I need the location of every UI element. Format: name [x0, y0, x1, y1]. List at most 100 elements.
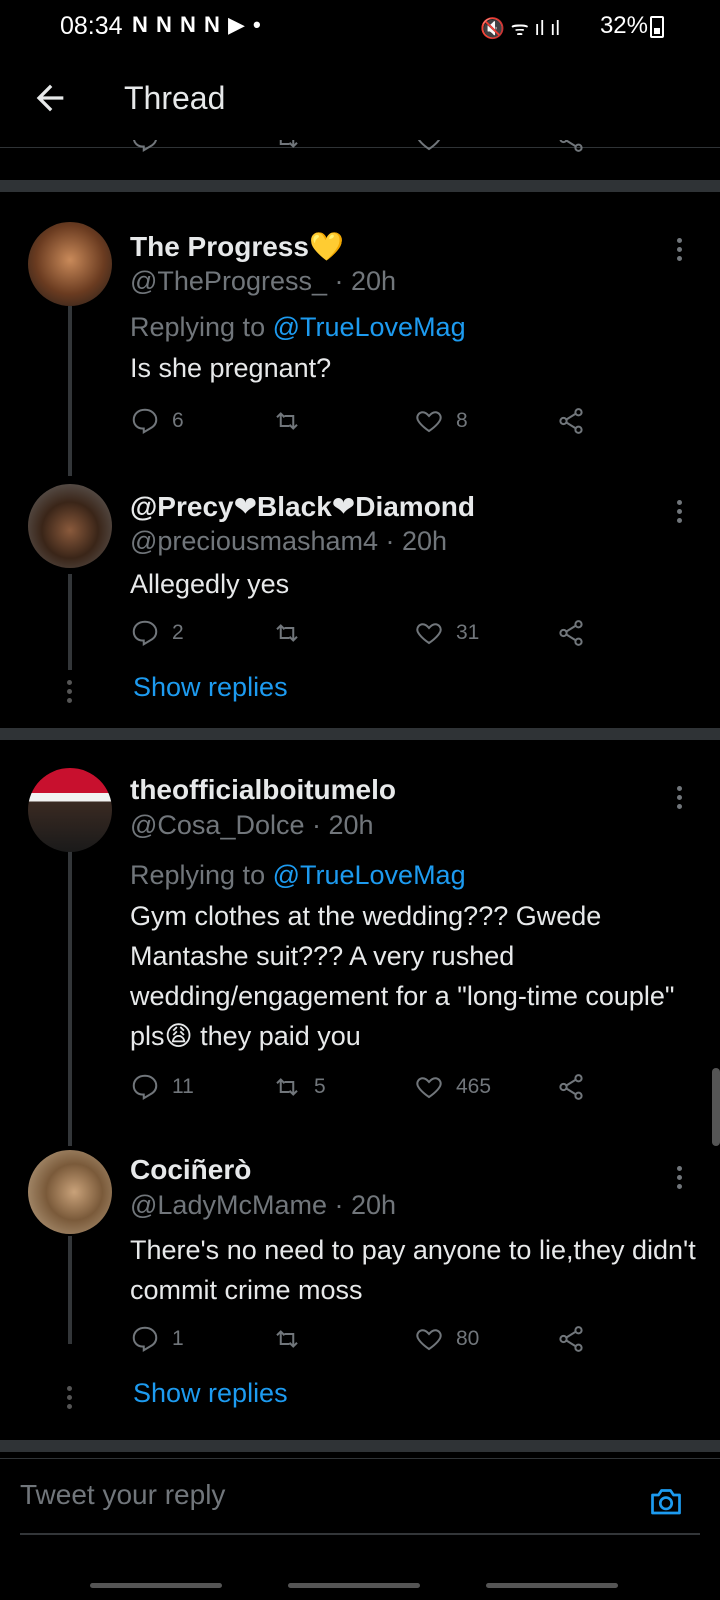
user-handle: @preciousmasham4 · 20h: [130, 526, 448, 556]
previous-tweet-actions: [0, 140, 720, 160]
avatar[interactable]: [28, 768, 112, 852]
like-icon[interactable]: [414, 140, 444, 154]
share-button[interactable]: [556, 616, 598, 650]
nav-home[interactable]: [288, 1583, 420, 1588]
section-separator: [0, 180, 720, 192]
tweet[interactable]: theofficialboitumelo @Cosa_Dolce · 20h R…: [0, 740, 720, 1146]
like-count: 80: [456, 1327, 480, 1350]
display-name[interactable]: The Progress💛: [130, 230, 344, 263]
reply-button[interactable]: 11: [130, 1070, 194, 1104]
reply-button[interactable]: 6: [130, 404, 184, 438]
show-replies-link[interactable]: Show replies: [133, 672, 288, 703]
reply-icon: [132, 1074, 158, 1101]
share-button[interactable]: [556, 404, 598, 438]
retweet-icon[interactable]: [272, 140, 302, 154]
replying-to-link[interactable]: @TrueLoveMag: [273, 860, 466, 890]
thread-line: [68, 1236, 72, 1344]
share-icon[interactable]: [556, 140, 586, 154]
share-icon: [559, 1074, 583, 1100]
notification-icons: N N N N ▶ •: [132, 12, 262, 37]
reply-icon[interactable]: [130, 140, 160, 154]
retweet-button[interactable]: [272, 1322, 314, 1356]
reply-icon: [132, 1326, 158, 1353]
thread-line: [68, 850, 72, 1146]
like-count: 8: [456, 409, 468, 432]
like-count: 31: [456, 621, 480, 644]
retweet-button[interactable]: [272, 404, 314, 438]
more-options-icon[interactable]: [674, 500, 684, 528]
like-icon: [416, 411, 442, 433]
more-options-icon[interactable]: [674, 1166, 684, 1194]
share-button[interactable]: [556, 1070, 598, 1104]
tweet[interactable]: @Precy❤Black❤Diamond @preciousmasham4 · …: [0, 468, 720, 728]
retweet-icon: [276, 412, 298, 430]
more-options-icon[interactable]: [674, 238, 684, 266]
replying-to-label: Replying to: [130, 860, 273, 890]
more-options-icon[interactable]: [674, 786, 684, 814]
user-handle: @LadyMcMame · 20h: [130, 1190, 397, 1220]
like-icon: [416, 1077, 442, 1099]
tweet-text: Gym clothes at the wedding??? Gwede Mant…: [130, 901, 675, 1051]
retweet-button[interactable]: 5: [272, 1070, 326, 1104]
reply-button[interactable]: 1: [130, 1322, 184, 1356]
show-replies-link[interactable]: Show replies: [133, 1378, 288, 1409]
reply-button[interactable]: 2: [130, 616, 184, 650]
reply-composer: Tweet your reply: [0, 1458, 720, 1600]
tweet-text: Allegedly yes: [130, 569, 290, 599]
reply-icon: [132, 408, 158, 435]
thread-dots: [67, 1386, 73, 1413]
share-icon: [559, 1326, 583, 1352]
like-button[interactable]: 80: [414, 1322, 479, 1356]
retweet-icon: [276, 624, 298, 642]
reply-count: 1: [172, 1327, 184, 1350]
like-icon: [416, 1329, 442, 1351]
user-handle: @TheProgress_ · 20h: [130, 266, 397, 296]
replying-to: Replying to @TrueLoveMag: [130, 860, 466, 891]
input-underline: [20, 1533, 700, 1535]
retweet-count: 5: [314, 1075, 326, 1098]
tweet-actions: 11 5 465: [130, 1070, 610, 1104]
thread-line: [68, 306, 72, 476]
display-name[interactable]: @Precy❤Black❤Diamond: [130, 490, 475, 523]
retweet-icon: [276, 1330, 298, 1348]
replying-to-link[interactable]: @TrueLoveMag: [273, 312, 466, 342]
thread-line: [68, 574, 72, 670]
camera-icon[interactable]: [648, 1483, 684, 1519]
reply-count: 2: [172, 621, 184, 644]
tweet[interactable]: The Progress💛 @TheProgress_ · 20h Replyi…: [0, 192, 720, 476]
reply-count: 6: [172, 409, 184, 432]
avatar[interactable]: [28, 1150, 112, 1234]
like-button[interactable]: 8: [414, 404, 468, 438]
nav-recents[interactable]: [90, 1583, 222, 1588]
avatar[interactable]: [28, 222, 112, 306]
thread-dots: [67, 680, 73, 707]
reply-count: 11: [172, 1075, 194, 1098]
replying-to: Replying to @TrueLoveMag: [130, 312, 466, 343]
display-name[interactable]: theofficialboitumelo: [130, 774, 396, 806]
app-header: Thread: [0, 56, 720, 148]
retweet-button[interactable]: [272, 616, 314, 650]
battery-percent: 32%: [599, 12, 648, 39]
display-name[interactable]: Cociñerò: [130, 1154, 251, 1186]
scrollbar[interactable]: [712, 1068, 720, 1146]
avatar[interactable]: [28, 484, 112, 568]
tweet-text: There's no need to pay anyone to lie,the…: [130, 1235, 696, 1305]
like-button[interactable]: 465: [414, 1070, 491, 1104]
tweet-actions: 2 31: [130, 616, 610, 650]
user-handle: @Cosa_Dolce · 20h: [130, 810, 374, 840]
section-separator: [0, 728, 720, 740]
like-button[interactable]: 31: [414, 616, 479, 650]
share-button[interactable]: [556, 1322, 598, 1356]
tweet[interactable]: Cociñerò @LadyMcMame · 20h There's no ne…: [0, 1140, 720, 1440]
nav-back[interactable]: [486, 1583, 618, 1588]
share-icon: [559, 408, 583, 434]
reply-icon: [132, 620, 158, 647]
reply-input[interactable]: Tweet your reply: [20, 1479, 580, 1523]
retweet-icon: [276, 1078, 298, 1096]
tweet-text: Is she pregnant?: [130, 353, 332, 383]
battery-icon: [650, 16, 664, 38]
page-title: Thread: [124, 80, 226, 116]
status-bar: 08:34 N N N N ▶ • 🔇 ᯤ ıl ıl 32%: [0, 0, 720, 56]
like-count: 465: [456, 1075, 492, 1098]
back-arrow-icon[interactable]: [30, 78, 70, 118]
